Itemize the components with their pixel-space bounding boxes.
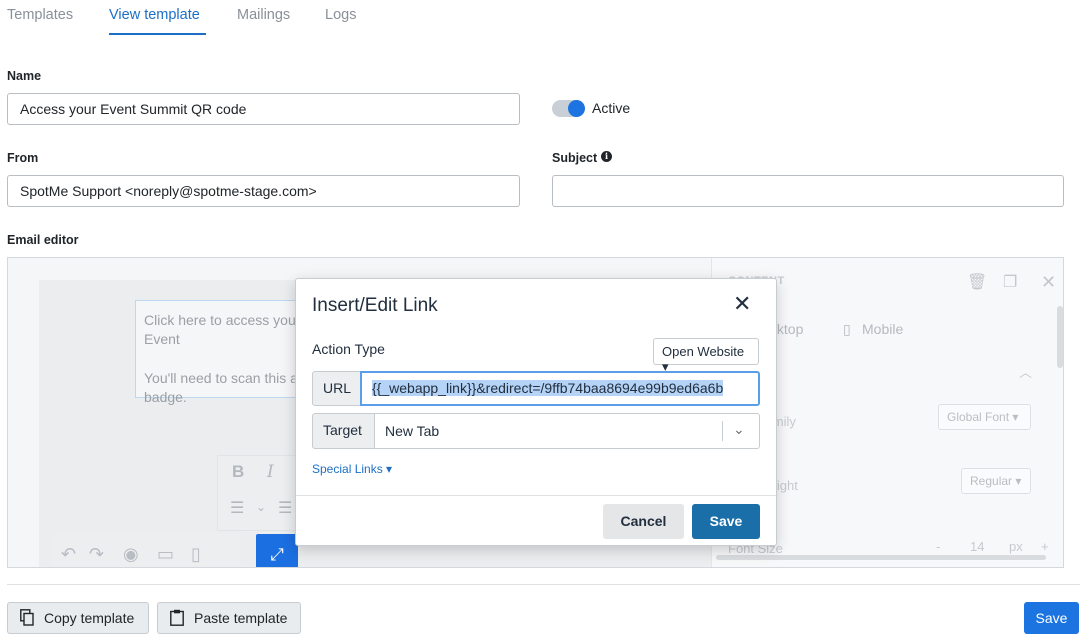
active-toggle[interactable] bbox=[552, 100, 585, 117]
font-weight-value: Regular bbox=[970, 474, 1013, 488]
info-icon[interactable]: i bbox=[601, 151, 612, 162]
side-panel-hscrollbar[interactable] bbox=[716, 555, 1046, 560]
desktop-icon[interactable]: ▭ bbox=[157, 544, 174, 565]
font-weight-select[interactable]: Regular ▾ bbox=[961, 468, 1031, 494]
side-panel-scrollbar[interactable] bbox=[1057, 306, 1063, 368]
active-label: Active bbox=[592, 100, 631, 116]
url-input[interactable]: {{_webapp_link}}&redirect=/9ffb74baa8694… bbox=[360, 371, 760, 406]
redo-icon[interactable]: ↷ bbox=[89, 544, 104, 565]
mobile-device-icon: ▯ bbox=[843, 321, 851, 337]
bold-button[interactable]: B bbox=[232, 462, 244, 482]
from-label: From bbox=[7, 151, 39, 165]
copy-template-label: Copy template bbox=[44, 610, 135, 626]
paste-template-label: Paste template bbox=[194, 610, 288, 626]
save-button[interactable]: Save bbox=[1024, 602, 1079, 634]
email-editor-label: Email editor bbox=[7, 233, 79, 247]
italic-button[interactable]: I bbox=[267, 462, 274, 482]
copy-template-button[interactable]: Copy template bbox=[7, 602, 149, 634]
footer-divider bbox=[7, 584, 1080, 585]
expand-icon[interactable]: ⤢ bbox=[256, 534, 298, 567]
undo-icon[interactable]: ↶ bbox=[61, 544, 76, 565]
tab-logs[interactable]: Logs bbox=[325, 7, 356, 23]
editor-bottom-tools: ↶ ↷ ◉ ▭ ▯ bbox=[51, 534, 241, 567]
subject-input[interactable] bbox=[552, 175, 1064, 207]
close-icon[interactable]: ✕ bbox=[733, 291, 751, 317]
font-family-select[interactable]: Global Font ▾ bbox=[938, 404, 1031, 430]
top-tabs: Templates View template Mailings Logs bbox=[0, 0, 1087, 36]
action-type-value: Open Website bbox=[662, 344, 745, 359]
font-size-increment[interactable]: + bbox=[1041, 539, 1049, 554]
mobile-icon[interactable]: ▯ bbox=[191, 544, 201, 565]
tab-mobile[interactable]: Mobile bbox=[862, 321, 903, 337]
subject-label: Subject bbox=[552, 151, 598, 165]
target-separator bbox=[722, 421, 723, 441]
clipboard-icon bbox=[170, 609, 184, 626]
url-addon-label: URL bbox=[312, 371, 361, 406]
tab-templates[interactable]: Templates bbox=[7, 7, 73, 23]
special-links-label: Special Links bbox=[312, 462, 383, 476]
special-links-dropdown[interactable]: Special Links ▾ bbox=[312, 462, 392, 476]
url-selected-text: {{_webapp_link}}&redirect=/9ffb74baa8694… bbox=[372, 380, 724, 396]
toggle-knob bbox=[568, 100, 585, 117]
chevron-down-icon[interactable]: ⌄ bbox=[733, 421, 745, 438]
copy-icon bbox=[20, 609, 34, 626]
preview-eye-icon[interactable]: ◉ bbox=[123, 544, 139, 565]
action-type-label: Action Type bbox=[312, 341, 385, 357]
duplicate-icon[interactable]: ❐ bbox=[1003, 272, 1017, 292]
from-input[interactable]: SpotMe Support <noreply@spotme-stage.com… bbox=[7, 175, 520, 207]
tab-view-template[interactable]: View template bbox=[109, 7, 200, 23]
font-size-decrement[interactable]: - bbox=[936, 539, 940, 554]
font-family-value: Global Font bbox=[947, 410, 1010, 424]
dialog-title: Insert/Edit Link bbox=[312, 295, 438, 316]
action-type-select[interactable]: Open Website ▾ bbox=[653, 338, 759, 374]
target-select[interactable]: New Tab bbox=[375, 413, 760, 449]
dialog-footer-divider bbox=[296, 495, 776, 496]
tab-mailings[interactable]: Mailings bbox=[237, 7, 290, 23]
name-input[interactable]: Access your Event Summit QR code bbox=[7, 93, 520, 125]
insert-edit-link-dialog: Insert/Edit Link ✕ Action Type Open Webs… bbox=[295, 278, 777, 546]
bullet-list-icon[interactable]: ☰ bbox=[230, 498, 244, 518]
active-tab-indicator bbox=[109, 33, 206, 35]
trash-icon[interactable]: 🗑 bbox=[967, 272, 987, 292]
cancel-button[interactable]: Cancel bbox=[603, 504, 684, 539]
dialog-save-button[interactable]: Save bbox=[692, 504, 760, 539]
chevron-up-icon[interactable]: ︿ bbox=[1019, 362, 1032, 381]
close-icon[interactable]: ✕ bbox=[1041, 272, 1056, 293]
paste-template-button[interactable]: Paste template bbox=[157, 602, 301, 634]
target-addon-label: Target bbox=[312, 413, 375, 449]
numbered-list-icon[interactable]: ☰ bbox=[278, 498, 292, 518]
font-size-input[interactable]: 14 bbox=[970, 539, 984, 554]
chevron-down-icon[interactable]: ⌄ bbox=[256, 500, 266, 514]
font-size-unit: px bbox=[1009, 539, 1023, 554]
name-label: Name bbox=[7, 69, 42, 83]
